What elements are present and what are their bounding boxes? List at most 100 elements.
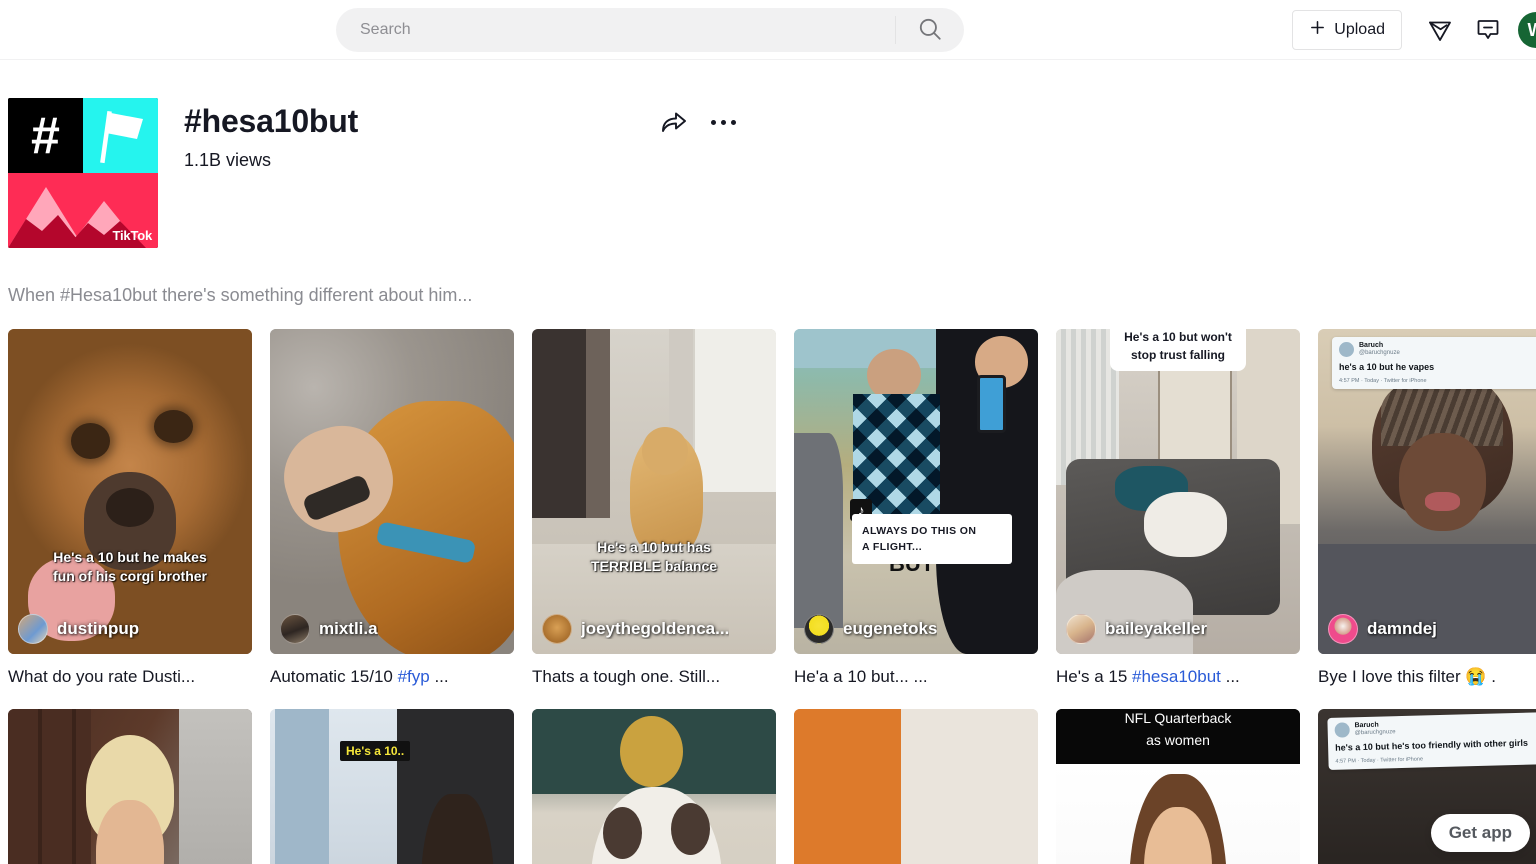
share-arrow-icon: [659, 106, 689, 139]
tweet-overlay: Baruch @baruchgnuze he's a 10 but he's t…: [1327, 712, 1536, 770]
tweet-avatar: [1339, 342, 1354, 357]
author-name: dustinpup: [57, 619, 140, 638]
avatar-initial: W: [1528, 20, 1536, 41]
caption-hashtag: #fyp: [397, 667, 430, 686]
more-options-button[interactable]: [707, 116, 740, 129]
author-avatar: [804, 614, 834, 644]
search-button[interactable]: [896, 8, 964, 52]
video-thumbnail[interactable]: mixtli.a: [270, 329, 514, 654]
hashtag-avatar-flag-tile: [83, 98, 158, 173]
tweet-overlay: Baruch @baruchgnuze he's a 10 but he vap…: [1332, 337, 1536, 389]
thumbnail-image: [270, 329, 514, 654]
hashtag-description: When #Hesa10but there's something differ…: [8, 285, 473, 305]
hashtag-meta: #hesa10but 1.1B views: [158, 98, 1536, 171]
video-card[interactable]: [794, 709, 1038, 864]
tweet-body: he's a 10 but he's too friendly with oth…: [1335, 737, 1529, 753]
hashtag-avatar-hash-tile: #: [8, 98, 83, 173]
video-author[interactable]: eugenetoks: [804, 614, 937, 644]
video-author[interactable]: joeythegoldenca...: [542, 614, 729, 644]
tweet-author-name: Baruch: [1359, 342, 1384, 349]
author-name: baileyakeller: [1105, 619, 1208, 638]
video-caption: He'a a 10 but... ...: [794, 667, 928, 686]
video-author[interactable]: damndej: [1328, 614, 1437, 644]
author-name: damndej: [1367, 619, 1437, 638]
author-name: joeythegoldenca...: [581, 619, 730, 638]
view-count: 1.1B views: [184, 150, 272, 170]
video-caption: Automatic 15/10 #fyp ...: [270, 667, 449, 686]
video-thumbnail[interactable]: NFL Quarterback as women: [1056, 709, 1300, 864]
tweet-header: Baruch @baruchgnuze: [1339, 342, 1536, 357]
hashtag-header: # TikTok #hesa10but 1.1B views: [0, 60, 1536, 248]
video-caption: Bye I love this filter 😭 .: [1318, 667, 1497, 686]
author-avatar: [18, 614, 48, 644]
thumbnail-overlay-text: He's a 10..: [340, 741, 411, 761]
thumbnail-image: [270, 709, 514, 864]
upload-button[interactable]: Upload: [1292, 10, 1402, 50]
author-name: mixtli.a: [319, 619, 378, 638]
plus-icon: [1309, 19, 1326, 41]
video-card[interactable]: He's a 10..: [270, 709, 514, 864]
author-avatar: [542, 614, 572, 644]
tweet-header: Baruch @baruchgnuze: [1334, 717, 1536, 738]
author-avatar: [280, 614, 310, 644]
video-card[interactable]: [8, 709, 252, 864]
video-author[interactable]: mixtli.a: [280, 614, 378, 644]
thumbnail-image: [8, 709, 252, 864]
video-grid: He's a 10 but he makes fun of his corgi b…: [0, 329, 1536, 864]
hashtag-avatar: # TikTok: [8, 98, 158, 248]
author-avatar: [1328, 614, 1358, 644]
video-card[interactable]: Baruch @baruchgnuze he's a 10 but he vap…: [1318, 329, 1536, 689]
author-avatar: [1066, 614, 1096, 644]
video-thumbnail[interactable]: Baruch @baruchgnuze he's a 10 but he vap…: [1318, 329, 1536, 654]
video-card[interactable]: ♪ ALWAYS DO THIS ONA FLIGHT... BUT eugen…: [794, 329, 1038, 689]
search-input[interactable]: [336, 8, 895, 52]
more-dots-icon: [711, 120, 736, 125]
search-icon: [917, 16, 943, 45]
get-app-button[interactable]: Get app: [1430, 814, 1530, 852]
video-caption: What do you rate Dusti...: [8, 667, 196, 686]
avatar[interactable]: W: [1518, 12, 1536, 48]
thumbnail-image: [1056, 709, 1300, 864]
tweet-timestamp: 4:57 PM · Today · Twitter for iPhone: [1335, 756, 1424, 765]
hashtag-avatar-mountain-tile: TikTok: [8, 173, 158, 248]
share-button[interactable]: [655, 102, 693, 143]
caption-hashtag: #hesa10but: [1132, 667, 1221, 686]
thumbnail-overlay-text: He's a 10 but won't stop trust falling: [1110, 329, 1246, 371]
video-caption: Thats a tough one. Still...: [532, 667, 721, 686]
video-card[interactable]: He's a 10 but has TERRIBLE balance joeyth…: [532, 329, 776, 689]
flag-icon: [99, 110, 143, 163]
page-title: #hesa10but: [184, 103, 359, 139]
video-author[interactable]: dustinpup: [18, 614, 139, 644]
video-caption: He's a 15 #hesa10but ...: [1056, 667, 1240, 686]
thumbnail-overlay-text: ALWAYS DO THIS ON A FLIGHT...: [852, 514, 1012, 564]
upload-label: Upload: [1334, 21, 1385, 38]
video-thumbnail[interactable]: He's a 10 but has TERRIBLE balance joeyth…: [532, 329, 776, 654]
video-card[interactable]: He's a 10 but he makes fun of his corgi b…: [8, 329, 252, 689]
tweet-handle: @baruchgnuze: [1354, 729, 1396, 737]
video-card[interactable]: He's a 10 but won't stop trust falling ba…: [1056, 329, 1300, 689]
author-name: eugenetoks: [843, 619, 938, 638]
messages-button[interactable]: [1416, 6, 1464, 54]
message-inbox-icon: [1475, 16, 1501, 45]
inbox-button[interactable]: [1464, 6, 1512, 54]
thumbnail-image: [794, 329, 1038, 654]
hash-glyph: #: [31, 106, 60, 165]
video-thumbnail[interactable]: [532, 709, 776, 864]
thumbnail-image: [1056, 329, 1300, 654]
tweet-timestamp: 4:57 PM · Today · Twitter for iPhone: [1339, 378, 1427, 384]
video-thumbnail[interactable]: He's a 10 but he makes fun of his corgi b…: [8, 329, 252, 654]
hashtag-action-buttons: [655, 102, 740, 143]
video-author[interactable]: baileyakeller: [1066, 614, 1207, 644]
video-thumbnail[interactable]: He's a 10 but won't stop trust falling ba…: [1056, 329, 1300, 654]
video-thumbnail[interactable]: [794, 709, 1038, 864]
paper-plane-icon: [1426, 15, 1454, 46]
video-thumbnail[interactable]: ♪ ALWAYS DO THIS ONA FLIGHT... BUT eugen…: [794, 329, 1038, 654]
video-card[interactable]: NFL Quarterback as women: [1056, 709, 1300, 864]
video-thumbnail[interactable]: [8, 709, 252, 864]
search-bar[interactable]: [336, 8, 964, 52]
video-card[interactable]: mixtli.a Automatic 15/10 #fyp ...: [270, 329, 514, 689]
tweet-body: he's a 10 but he vapes: [1339, 362, 1435, 372]
tweet-avatar: [1334, 722, 1350, 738]
video-card[interactable]: [532, 709, 776, 864]
video-thumbnail[interactable]: He's a 10..: [270, 709, 514, 864]
